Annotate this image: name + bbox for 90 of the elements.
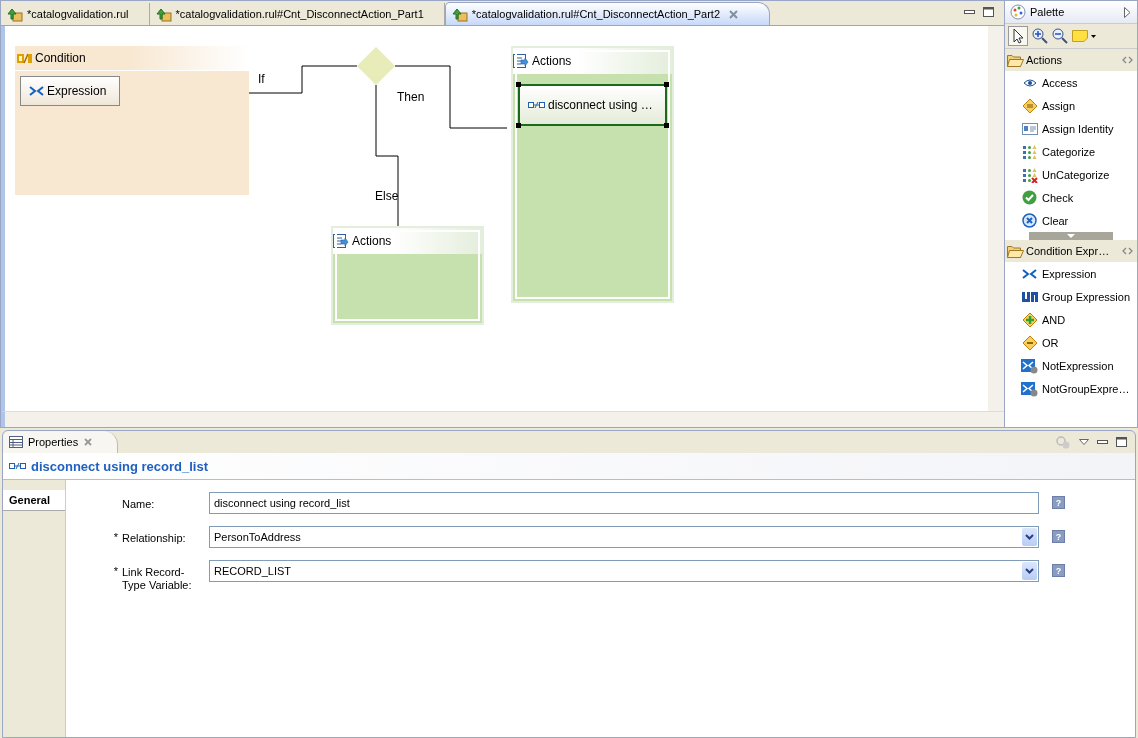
palette-item[interactable]: Expression xyxy=(1005,262,1137,285)
palette-item[interactable]: NotExpression xyxy=(1005,354,1137,377)
connector-label: Else xyxy=(375,189,399,203)
resize-handle[interactable] xyxy=(664,123,669,128)
diamond-plus-icon xyxy=(1021,311,1038,328)
minimize-icon[interactable] xyxy=(1097,439,1108,445)
palette-item[interactable]: UnCategorize xyxy=(1005,163,1137,186)
grid-icon xyxy=(1021,143,1038,160)
palette-item[interactable]: AND xyxy=(1005,308,1137,331)
view-tab[interactable]: Properties xyxy=(3,431,119,453)
condition-icon xyxy=(17,52,33,64)
diamond-icon xyxy=(1021,97,1038,114)
chevrons-badge-icon xyxy=(1021,357,1038,374)
close-icon[interactable] xyxy=(83,437,94,447)
section-tab[interactable]: General xyxy=(3,490,65,511)
field-label: Link Record-Type Variable: xyxy=(121,565,193,592)
palette-drawer[interactable]: Actions xyxy=(1005,49,1137,71)
condition-node[interactable]: Condition Expression xyxy=(15,46,249,195)
required-mark: * xyxy=(113,531,118,543)
scrollbar[interactable] xyxy=(988,26,1004,411)
disconnect-icon xyxy=(9,462,26,470)
circle-x-icon xyxy=(1022,213,1037,228)
disconnect-icon xyxy=(528,101,545,109)
connector-label: If xyxy=(258,72,265,86)
resize-handle[interactable] xyxy=(516,82,521,87)
field-label: Relationship: xyxy=(121,531,187,545)
folder-icon xyxy=(1007,244,1024,258)
rule-file-icon xyxy=(7,6,23,22)
rule-file-icon xyxy=(451,6,468,22)
rule-file-icon xyxy=(155,6,172,22)
caret-icon xyxy=(1067,234,1075,238)
palette-item[interactable]: Check xyxy=(1005,186,1137,209)
blocks-icon xyxy=(1021,291,1038,302)
palette-item[interactable]: Group Expression xyxy=(1005,285,1137,308)
chevrons-icon xyxy=(29,86,44,96)
node-title: Actions xyxy=(352,234,392,248)
grid-cross-icon xyxy=(1021,166,1038,183)
combo-box[interactable]: PersonToAddress xyxy=(209,526,1039,548)
resize-handle[interactable] xyxy=(516,123,521,128)
scroll-down-button[interactable] xyxy=(1029,232,1113,240)
palette-item[interactable]: NotGroupExpre… xyxy=(1005,377,1137,400)
note-icon[interactable] xyxy=(1072,30,1096,42)
actions-node[interactable]: Actions disconnect using … xyxy=(511,46,674,303)
eye-icon xyxy=(1022,78,1037,87)
pin-icon[interactable] xyxy=(1122,247,1133,255)
zoom-in-icon[interactable] xyxy=(1032,28,1048,44)
editor-tab[interactable]: *catalogvalidation.rul#Cnt_DisconnectAction_Part1 xyxy=(149,3,445,25)
pointer-tool-icon[interactable] xyxy=(1008,26,1028,46)
required-mark: * xyxy=(113,565,118,577)
palette-title: Palette xyxy=(1030,6,1065,18)
combo-box[interactable]: RECORD_LIST xyxy=(209,560,1039,582)
maximize-icon[interactable] xyxy=(983,7,994,17)
editor-tab[interactable]: *catalogvalidation.rul#Cnt_DisconnectAction_Part2 xyxy=(444,2,771,25)
expression-node[interactable]: Expression xyxy=(20,76,120,106)
field-label: Name: xyxy=(121,497,156,511)
palette-icon xyxy=(1010,4,1026,20)
palette-item[interactable]: Assign Identity xyxy=(1005,117,1137,140)
text-field[interactable]: disconnect using record_list xyxy=(209,492,1039,514)
view-menu-icon[interactable] xyxy=(1079,439,1089,445)
expand-icon[interactable] xyxy=(1124,6,1131,18)
id-card-icon xyxy=(1021,122,1038,135)
close-icon[interactable] xyxy=(728,8,740,20)
table-icon xyxy=(9,436,23,448)
pin-icon[interactable] xyxy=(1055,435,1071,449)
editor-tab[interactable]: *catalogvalidation.rul xyxy=(1,3,150,25)
maximize-icon[interactable] xyxy=(1116,437,1127,447)
scrollbar[interactable] xyxy=(1,411,1004,427)
node-title: Actions xyxy=(532,54,572,68)
diamond-icon xyxy=(1021,334,1038,351)
folder-icon xyxy=(1007,53,1024,67)
pin-icon[interactable] xyxy=(1122,56,1133,64)
actions-icon xyxy=(513,53,529,69)
palette-item[interactable]: Categorize xyxy=(1005,140,1137,163)
chevrons-badge-icon xyxy=(1021,380,1038,397)
chevrons-icon xyxy=(1022,268,1037,279)
palette-drawer[interactable]: Condition Expr… xyxy=(1005,240,1137,262)
palette-item[interactable]: OR xyxy=(1005,331,1137,354)
palette-item[interactable]: Access xyxy=(1005,71,1137,94)
resize-handle[interactable] xyxy=(664,82,669,87)
minimize-icon[interactable] xyxy=(964,9,975,15)
palette-item[interactable]: Assign xyxy=(1005,94,1137,117)
connector-label: Then xyxy=(397,90,425,104)
action-node[interactable]: disconnect using … xyxy=(518,84,667,126)
actions-node[interactable]: Actions xyxy=(331,226,484,325)
actions-icon xyxy=(333,233,349,249)
node-title: Condition xyxy=(35,51,86,65)
zoom-out-icon[interactable] xyxy=(1052,28,1068,44)
properties-title: disconnect using record_list xyxy=(31,458,208,474)
checkmark-icon xyxy=(1022,190,1037,205)
palette-item[interactable]: Clear xyxy=(1005,209,1137,232)
